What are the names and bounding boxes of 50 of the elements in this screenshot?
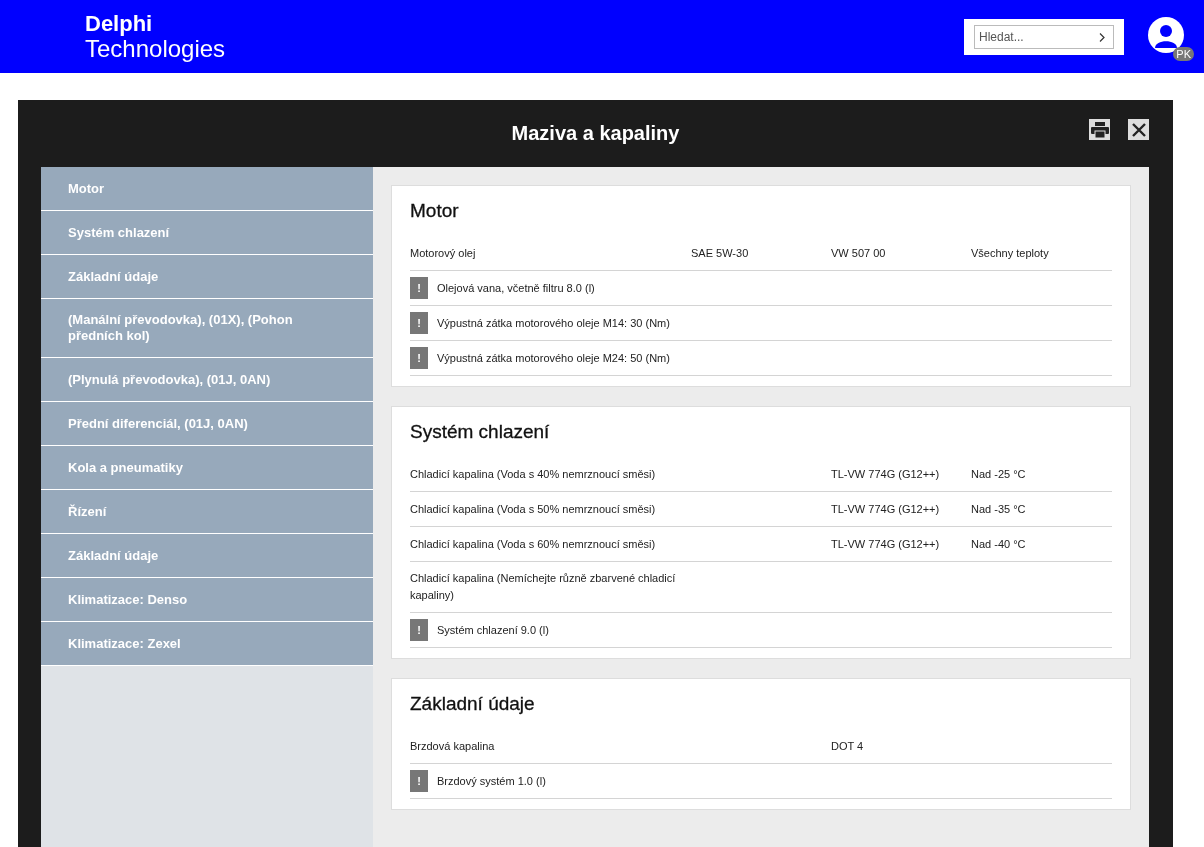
warning-badge: !	[410, 347, 428, 369]
note-text: Brzdový systém 1.0 (l)	[437, 775, 546, 787]
fluid-name: Chladicí kapalina (Voda s 40% nemrznoucí směsi)	[410, 466, 657, 482]
sidebar-item[interactable]: Základní údaje	[41, 534, 373, 578]
note-text: Systém chlazení 9.0 (l)	[437, 624, 549, 636]
section-title: Základní údaje	[410, 693, 536, 715]
specification-text: VW 507 00	[831, 247, 887, 259]
fluid-name: Motorový olej	[410, 247, 477, 259]
specification-text: TL-VW 774G (G12++)	[831, 468, 941, 480]
person-icon	[1155, 23, 1177, 48]
note-text: Výpustná zátka motorového oleje M14: 30 (Nm)	[437, 317, 670, 329]
temperature-text: Nad -40 °C	[971, 538, 1027, 550]
close-button[interactable]	[1128, 119, 1149, 140]
specification-text: TL-VW 774G (G12++)	[831, 503, 941, 515]
search-field[interactable]: Hledat...	[974, 24, 1114, 49]
sidebar-item[interactable]: Přední diferenciál, (01J, 0AN)	[41, 402, 373, 446]
fluid-name: Brzdová kapalina	[410, 738, 496, 754]
close-icon	[1131, 122, 1146, 137]
sidebar-item[interactable]: Základní údaje	[41, 255, 373, 299]
sidebar-item[interactable]: (Manální převodovka), (01X), (Pohon předních kol)	[41, 299, 373, 358]
section-title: Motor	[410, 200, 460, 222]
sidebar-item[interactable]: Řízení	[41, 490, 373, 534]
note-text: Výpustná zátka motorového oleje M24: 50 (Nm)	[437, 352, 670, 364]
sidebar-item[interactable]: Motor	[41, 167, 373, 211]
fluid-name: Chladicí kapalina (Voda s 50% nemrznoucí směsi)	[410, 501, 657, 517]
note-text: Olejová vana, včetně filtru 8.0 (l)	[437, 282, 595, 294]
sidebar-item[interactable]: Klimatizace: Zexel	[41, 622, 373, 666]
warning-badge: !	[410, 770, 428, 792]
temperature-text: Všechny teploty	[971, 247, 1050, 259]
brand-logo[interactable]: Delphi Technologies	[85, 12, 226, 61]
warning-badge: !	[410, 619, 428, 641]
print-button[interactable]	[1089, 119, 1110, 140]
warning-badge: !	[410, 277, 428, 299]
viscosity-text: SAE 5W-30	[691, 247, 750, 259]
specification-text: DOT 4	[831, 740, 865, 752]
section-title: Systém chlazení	[410, 421, 551, 443]
specification-text: TL-VW 774G (G12++)	[831, 538, 941, 550]
warning-badge: !	[410, 312, 428, 334]
temperature-text: Nad -25 °C	[971, 468, 1027, 480]
chevron-right-icon	[1099, 32, 1105, 42]
printer-icon	[1090, 121, 1109, 138]
sidebar-item[interactable]: (Plynulá převodovka), (01J, 0AN)	[41, 358, 373, 402]
dialog-title: Maziva a kapaliny	[511, 122, 680, 145]
fluid-name: Chladicí kapalina (Voda s 60% nemrznoucí směsi)	[410, 536, 657, 552]
user-initials-badge: PK	[1173, 46, 1194, 61]
sidebar-item[interactable]: Systém chlazení	[41, 211, 373, 255]
sidebar-item[interactable]: Klimatizace: Denso	[41, 578, 373, 622]
sidebar-item[interactable]: Kola a pneumatiky	[41, 446, 373, 490]
fluid-name: Chladicí kapalina (Nemíchejte různě zbarvené chladicí kapaliny)	[410, 571, 677, 603]
temperature-text: Nad -35 °C	[971, 503, 1027, 515]
